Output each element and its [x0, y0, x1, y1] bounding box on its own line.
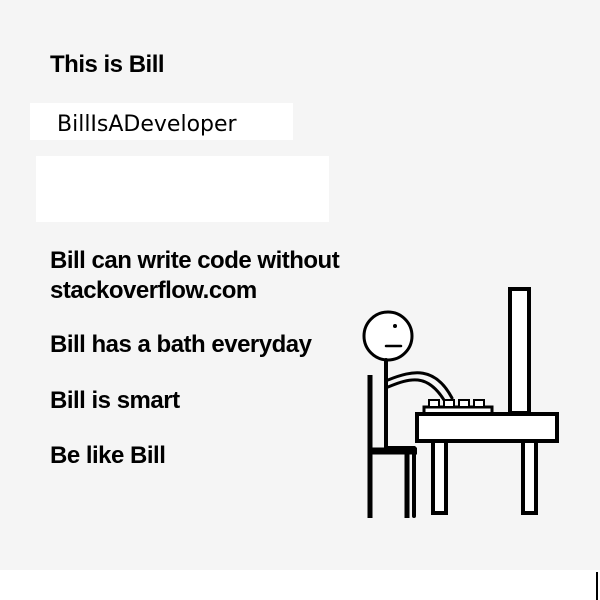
- bottom-strip: [0, 570, 600, 600]
- blank-text-box: [36, 156, 329, 222]
- meme-canvas: This is Bill BillIsADeveloper Bill can w…: [0, 0, 600, 600]
- name-text: BillIsADeveloper: [57, 112, 237, 137]
- meme-title: This is Bill: [50, 51, 165, 78]
- stick-figure-at-computer-icon: [362, 287, 559, 518]
- meme-line-write-code-part-1: Bill can write code without: [50, 247, 340, 274]
- meme-panel: This is Bill BillIsADeveloper Bill can w…: [0, 0, 600, 570]
- meme-line-be-like: Be like Bill: [50, 442, 166, 469]
- meme-line-write-code: Bill can write code without stackoverflo…: [50, 246, 340, 306]
- desk-and-computer: [415, 287, 559, 515]
- edge-mark: [596, 572, 598, 600]
- meme-line-bath: Bill has a bath everyday: [50, 331, 312, 358]
- meme-line-write-code-part-2: stackoverflow.com: [50, 277, 257, 304]
- meme-line-smart: Bill is smart: [50, 387, 180, 414]
- name-text-box: BillIsADeveloper: [30, 103, 293, 140]
